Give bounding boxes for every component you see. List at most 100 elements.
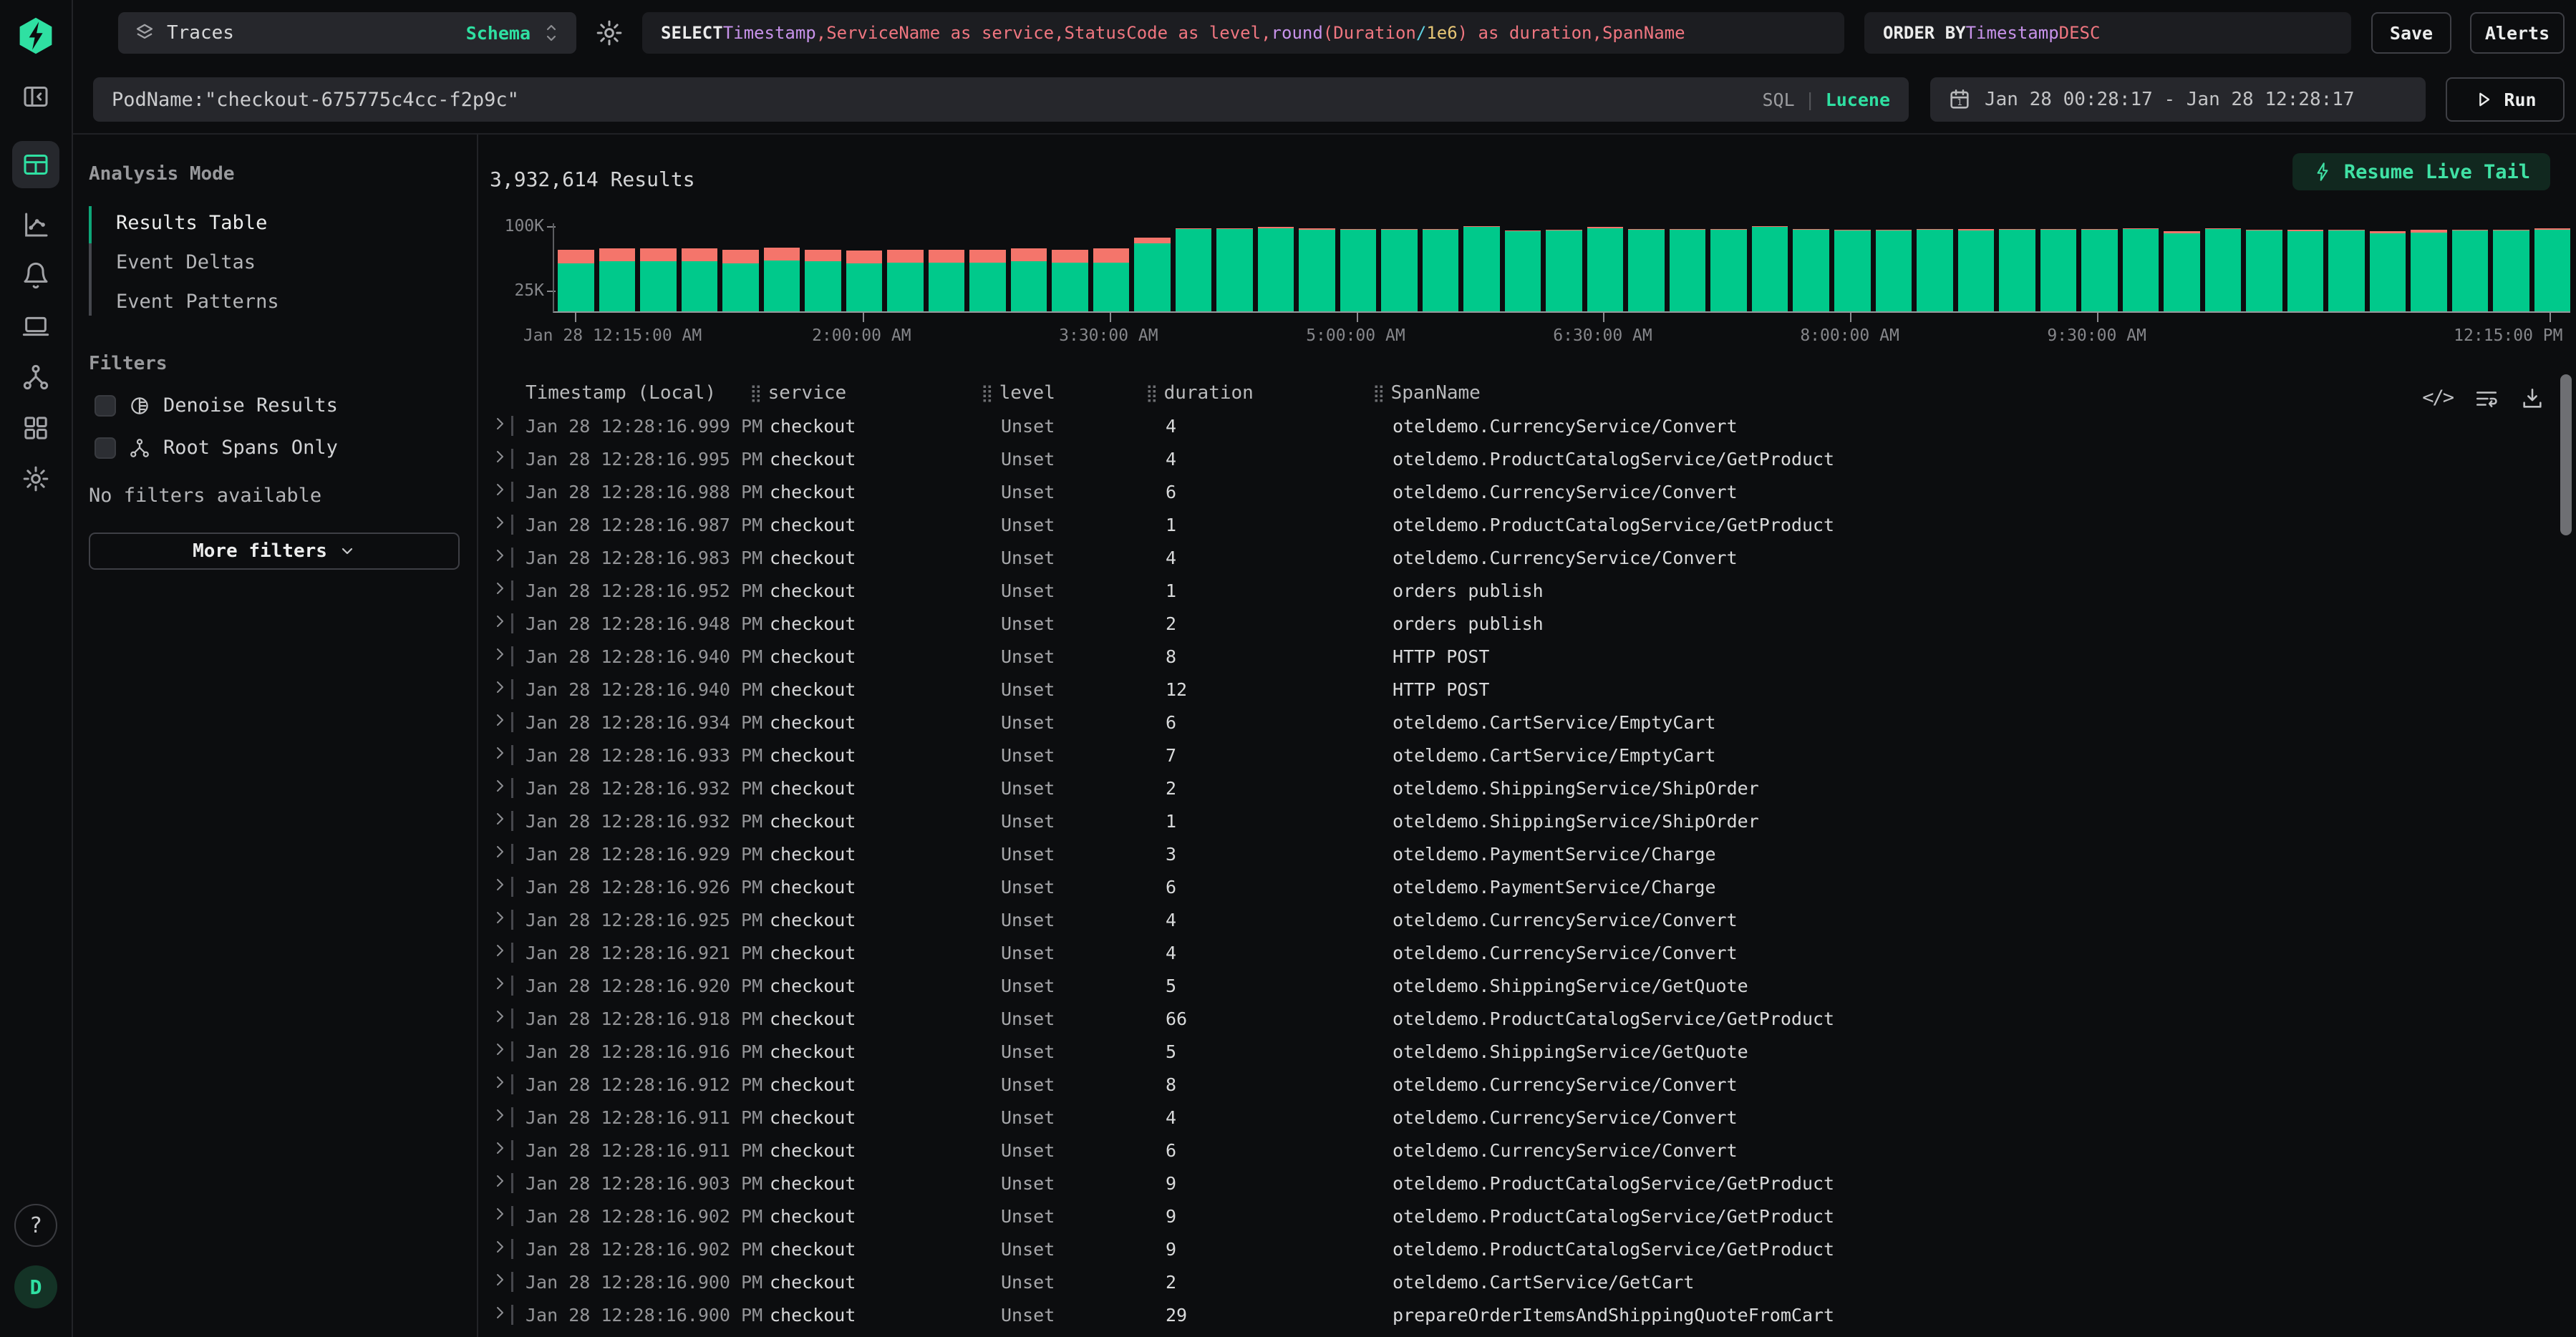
drag-handle-icon[interactable]: ⣿ <box>1146 383 1158 403</box>
column-header[interactable]: ⣿service <box>770 382 1001 404</box>
table-row[interactable]: Jan 28 12:28:16.948 PMcheckoutUnset2orde… <box>478 607 2556 640</box>
row-chevron[interactable] <box>491 744 511 766</box>
column-header[interactable]: ⣿duration <box>1166 382 1393 404</box>
chart-bar[interactable] <box>722 250 759 311</box>
resume-live-tail-button[interactable]: Resume Live Tail <box>2292 153 2550 190</box>
chart-bar[interactable] <box>2040 229 2077 311</box>
table-row[interactable]: Jan 28 12:28:16.987 PMcheckoutUnset1otel… <box>478 508 2556 541</box>
chart-bar[interactable] <box>1216 228 1253 311</box>
alerts-button[interactable]: Alerts <box>2470 12 2565 54</box>
table-row[interactable]: Jan 28 12:28:16.902 PMcheckoutUnset9otel… <box>478 1233 2556 1265</box>
chart-bar[interactable] <box>1587 227 1624 311</box>
chart-bar[interactable] <box>887 250 924 311</box>
table-row[interactable]: Jan 28 12:28:16.940 PMcheckoutUnset12HTT… <box>478 673 2556 706</box>
avatar[interactable]: D <box>14 1265 57 1308</box>
events-histogram[interactable] <box>553 223 2570 313</box>
chart-bar[interactable] <box>1670 229 1706 311</box>
row-chevron[interactable] <box>491 1107 511 1128</box>
table-row[interactable]: Jan 28 12:28:16.918 PMcheckoutUnset66ote… <box>478 1002 2556 1035</box>
chart-bar[interactable] <box>764 248 800 311</box>
collapse-sidebar-icon[interactable] <box>21 82 50 111</box>
scrollbar-thumb[interactable] <box>2560 374 2572 535</box>
more-filters-button[interactable]: More filters <box>89 533 460 570</box>
chart-bar[interactable] <box>846 251 883 311</box>
row-chevron[interactable] <box>491 777 511 799</box>
chart-bar[interactable] <box>969 250 1006 311</box>
chart-bar[interactable] <box>1628 229 1665 311</box>
sidebar-item-search-active[interactable] <box>12 141 59 188</box>
drag-handle-icon[interactable]: ⣿ <box>981 383 994 403</box>
chart-bar[interactable] <box>2493 230 2529 311</box>
drag-handle-icon[interactable]: ⣿ <box>750 383 762 403</box>
row-chevron[interactable] <box>491 679 511 700</box>
chart-bar[interactable] <box>1052 250 1088 311</box>
chart-bar[interactable] <box>1917 229 1953 311</box>
table-row[interactable]: Jan 28 12:28:16.920 PMcheckoutUnset5otel… <box>478 969 2556 1002</box>
chart-bar[interactable] <box>2370 231 2406 311</box>
chart-bar[interactable] <box>682 248 718 311</box>
table-row[interactable]: Jan 28 12:28:16.900 PMcheckoutUnset29pre… <box>478 1298 2556 1331</box>
table-row[interactable]: Jan 28 12:28:16.929 PMcheckoutUnset3otel… <box>478 837 2556 870</box>
table-row[interactable]: Jan 28 12:28:16.911 PMcheckoutUnset4otel… <box>478 1101 2556 1134</box>
root-spans-checkbox[interactable] <box>95 437 116 459</box>
row-chevron[interactable] <box>491 1041 511 1062</box>
chart-bar[interactable] <box>1093 248 1130 311</box>
row-chevron[interactable] <box>491 810 511 832</box>
row-chevron[interactable] <box>491 1008 511 1029</box>
filter-option-root-spans[interactable]: Root Spans Only <box>95 437 477 459</box>
table-row[interactable]: Jan 28 12:28:16.933 PMcheckoutUnset7otel… <box>478 739 2556 772</box>
chart-bar[interactable] <box>1258 227 1294 311</box>
row-chevron[interactable] <box>491 711 511 733</box>
table-row[interactable]: Jan 28 12:28:16.900 PMcheckoutUnset2otel… <box>478 1265 2556 1298</box>
chart-bar[interactable] <box>1876 230 1912 311</box>
row-chevron[interactable] <box>491 1139 511 1161</box>
row-chevron[interactable] <box>491 843 511 865</box>
table-row[interactable]: Jan 28 12:28:16.995 PMcheckoutUnset4otel… <box>478 442 2556 475</box>
table-row[interactable]: Jan 28 12:28:16.925 PMcheckoutUnset4otel… <box>478 903 2556 936</box>
chart-bar[interactable] <box>1505 230 1541 311</box>
column-header[interactable]: Timestamp (Local) <box>526 382 770 404</box>
help-icon[interactable]: ? <box>14 1204 57 1247</box>
chart-bar[interactable] <box>929 250 965 311</box>
chart-bar[interactable] <box>2205 228 2242 311</box>
chart-explorer-icon[interactable] <box>21 210 50 239</box>
chart-bar[interactable] <box>2123 228 2159 311</box>
table-row[interactable]: Jan 28 12:28:16.903 PMcheckoutUnset9otel… <box>478 1167 2556 1200</box>
source-select[interactable]: Traces Schema <box>118 12 576 54</box>
row-chevron[interactable] <box>491 580 511 601</box>
chart-bar[interactable] <box>640 248 677 311</box>
table-row[interactable]: Jan 28 12:28:16.900 PMcheckoutUnset50ote… <box>478 1331 2556 1337</box>
table-row[interactable]: Jan 28 12:28:16.916 PMcheckoutUnset5otel… <box>478 1035 2556 1068</box>
sessions-laptop-icon[interactable] <box>21 312 50 341</box>
table-row[interactable]: Jan 28 12:28:16.902 PMcheckoutUnset9otel… <box>478 1200 2556 1233</box>
chart-bar[interactable] <box>558 250 594 311</box>
column-header[interactable]: ⣿level <box>1001 382 1166 404</box>
save-button[interactable]: Save <box>2371 12 2451 54</box>
table-row[interactable]: Jan 28 12:28:16.912 PMcheckoutUnset8otel… <box>478 1068 2556 1101</box>
table-row[interactable]: Jan 28 12:28:16.983 PMcheckoutUnset4otel… <box>478 541 2556 574</box>
row-chevron[interactable] <box>491 975 511 996</box>
row-chevron[interactable] <box>491 876 511 898</box>
table-row[interactable]: Jan 28 12:28:16.932 PMcheckoutUnset2otel… <box>478 772 2556 804</box>
row-chevron[interactable] <box>491 1238 511 1260</box>
run-button[interactable]: Run <box>2446 77 2565 122</box>
table-row[interactable]: Jan 28 12:28:16.926 PMcheckoutUnset6otel… <box>478 870 2556 903</box>
analysis-mode-item[interactable]: Event Patterns <box>89 282 477 321</box>
chart-bar[interactable] <box>1752 226 1788 311</box>
chart-bar[interactable] <box>1958 229 1995 311</box>
chart-bar[interactable] <box>1834 230 1871 311</box>
chart-bar[interactable] <box>1999 229 2035 311</box>
filter-option-denoise[interactable]: Denoise Results <box>95 394 477 417</box>
row-chevron[interactable] <box>491 1304 511 1326</box>
row-chevron[interactable] <box>491 448 511 470</box>
row-chevron[interactable] <box>491 942 511 963</box>
table-row[interactable]: Jan 28 12:28:16.988 PMcheckoutUnset6otel… <box>478 475 2556 508</box>
row-chevron[interactable] <box>491 547 511 568</box>
table-row[interactable]: Jan 28 12:28:16.921 PMcheckoutUnset4otel… <box>478 936 2556 969</box>
hyperdx-logo-icon[interactable] <box>16 16 56 56</box>
order-by-input[interactable]: ORDER BY Timestamp DESC <box>1864 12 2351 54</box>
chart-bar[interactable] <box>1381 229 1418 311</box>
chart-bar[interactable] <box>1793 229 1829 311</box>
source-settings-gear-icon[interactable] <box>595 19 624 47</box>
row-chevron[interactable] <box>491 415 511 437</box>
